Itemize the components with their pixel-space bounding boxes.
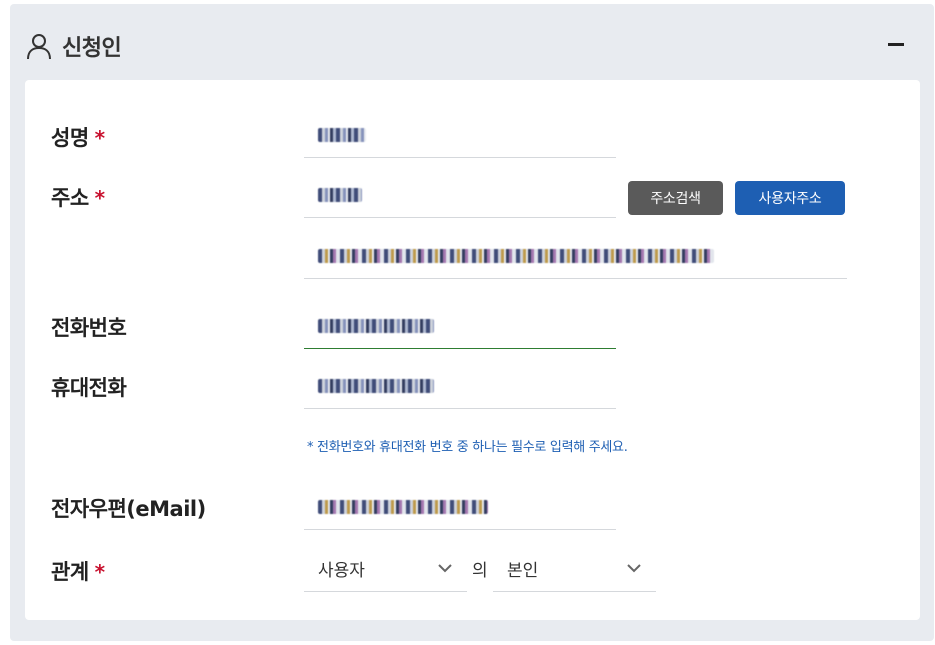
address-detail-redacted <box>318 248 714 263</box>
address-detail-field[interactable] <box>304 233 847 279</box>
required-mark: * <box>94 126 105 150</box>
phone-required-note: * 전화번호와 휴대전화 번호 중 하나는 필수로 입력해 주세요. <box>307 440 628 455</box>
phone-value-redacted <box>318 318 434 333</box>
name-value-redacted <box>318 127 366 142</box>
phone-label: 전화번호 <box>51 316 127 340</box>
panel-header: 신청인 <box>10 4 934 80</box>
chevron-down-icon <box>438 564 452 573</box>
mobile-value-redacted <box>318 378 434 393</box>
relation-connector: 의 <box>472 561 488 581</box>
email-value-redacted <box>318 499 488 514</box>
relation-object-value: 본인 <box>507 561 539 581</box>
required-mark: * <box>94 560 105 584</box>
mobile-label: 휴대전화 <box>51 376 127 400</box>
user-address-button[interactable]: 사용자주소 <box>735 181 845 215</box>
relation-label: 관계 * <box>51 560 105 584</box>
email-field[interactable] <box>304 484 616 530</box>
applicant-panel: 신청인 성명 * 주소 * 주소검색 사용자주소 전화번호 휴대전화 * 전화번… <box>10 4 934 641</box>
collapse-button[interactable] <box>882 30 912 58</box>
chevron-down-icon <box>627 564 641 573</box>
mobile-field[interactable] <box>304 363 616 409</box>
phone-field[interactable] <box>304 303 616 349</box>
name-field[interactable] <box>304 112 616 158</box>
name-label: 성명 * <box>51 126 105 150</box>
relation-object-select[interactable]: 본인 <box>493 546 656 592</box>
zipcode-field[interactable] <box>304 172 616 218</box>
minus-icon <box>888 43 904 46</box>
address-label: 주소 * <box>51 186 105 210</box>
zipcode-value-redacted <box>318 187 362 202</box>
address-search-button[interactable]: 주소검색 <box>628 181 723 215</box>
user-icon <box>27 34 51 60</box>
panel-title: 신청인 <box>62 36 122 61</box>
required-mark: * <box>94 186 105 210</box>
relation-subject-value: 사용자 <box>318 561 365 581</box>
form-card: 성명 * 주소 * 주소검색 사용자주소 전화번호 휴대전화 * 전화번호와 휴대전… <box>25 80 920 620</box>
relation-subject-select[interactable]: 사용자 <box>304 546 467 592</box>
email-label: 전자우편(eMail) <box>51 497 206 521</box>
